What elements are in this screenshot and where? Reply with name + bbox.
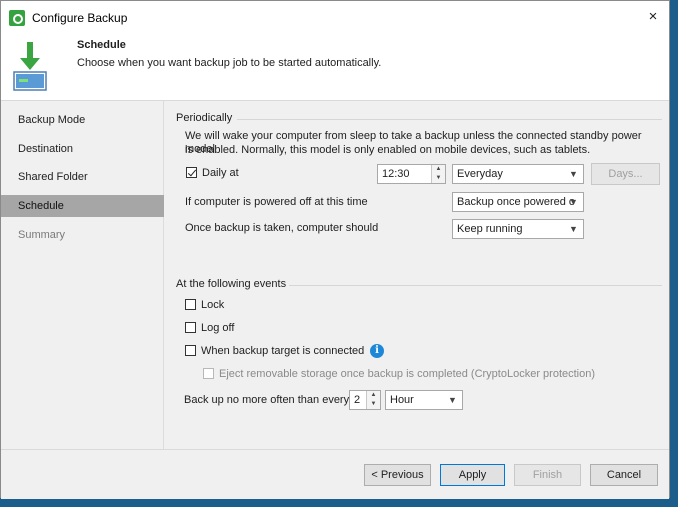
logoff-checkbox[interactable] (185, 322, 196, 333)
daily-label: Daily at (202, 167, 239, 179)
lock-label: Lock (201, 299, 225, 311)
step-title: Schedule (77, 39, 126, 51)
powered-off-value: Backup once powered o (457, 196, 576, 208)
previous-button[interactable]: < Previous (364, 464, 431, 486)
nav-item-destination[interactable]: Destination (1, 138, 164, 160)
eject-checkbox (203, 368, 214, 379)
spin-up-icon[interactable]: ▲ (367, 391, 380, 400)
spin-down-icon[interactable]: ▼ (432, 174, 445, 183)
spin-down-icon[interactable]: ▼ (367, 400, 380, 409)
daily-checkbox[interactable] (186, 167, 197, 178)
powered-off-select[interactable]: Backup once powered o ▼ (452, 192, 584, 212)
periodically-divider (237, 119, 662, 120)
schedule-download-icon (13, 42, 47, 91)
window-title: Configure Backup (32, 11, 128, 25)
wizard-header: Schedule Choose when you want backup job… (1, 32, 669, 101)
limit-spinner[interactable]: 2 ▲ ▼ (349, 390, 381, 410)
info-icon[interactable]: i (370, 344, 384, 358)
wizard-navigation: Backup Mode Destination Shared Folder Sc… (1, 101, 164, 449)
limit-unit-value: Hour (390, 394, 414, 406)
days-button: Days... (591, 163, 660, 185)
step-description: Choose when you want backup job to be st… (77, 57, 382, 69)
time-value: 12:30 (382, 168, 410, 180)
logoff-label: Log off (201, 322, 235, 334)
nav-item-schedule[interactable]: Schedule (1, 195, 164, 217)
lock-checkbox[interactable] (185, 299, 196, 310)
chevron-down-icon: ▼ (569, 197, 578, 207)
apply-button[interactable]: Apply (440, 464, 505, 486)
after-backup-value: Keep running (457, 223, 523, 235)
spin-up-icon[interactable]: ▲ (432, 165, 445, 174)
limit-value: 2 (354, 394, 361, 406)
veeam-app-icon (9, 10, 25, 26)
frequency-select[interactable]: Everyday ▼ (452, 164, 584, 184)
nav-item-backup-mode[interactable]: Backup Mode (1, 109, 164, 131)
events-group-label: At the following events (176, 278, 287, 290)
limit-label: Back up no more often than every (184, 394, 350, 406)
events-divider (289, 285, 662, 286)
powered-off-label: If computer is powered off at this time (185, 196, 368, 208)
finish-button: Finish (514, 464, 581, 486)
close-button[interactable]: × (637, 1, 669, 32)
target-connected-label: When backup target is connected (201, 345, 365, 357)
time-spinner[interactable]: 12:30 ▲ ▼ (377, 164, 446, 184)
nav-item-summary: Summary (18, 229, 66, 241)
configure-backup-window: Configure Backup × Schedule Choose when … (0, 0, 670, 499)
time-spin-buttons[interactable]: ▲ ▼ (431, 165, 445, 183)
target-connected-checkbox[interactable] (185, 345, 196, 356)
after-backup-select[interactable]: Keep running ▼ (452, 219, 584, 239)
wake-description-line2: is enabled. Normally, this model is only… (185, 144, 591, 156)
eject-label: Eject removable storage once backup is c… (219, 368, 596, 380)
periodically-group-label: Periodically (176, 112, 233, 124)
frequency-value: Everyday (457, 168, 503, 180)
after-backup-label: Once backup is taken, computer should (185, 222, 379, 234)
chevron-down-icon: ▼ (569, 169, 578, 179)
wizard-footer: < Previous Apply Finish Cancel (1, 449, 669, 499)
schedule-content: Periodically We will wake your computer … (165, 101, 670, 449)
cancel-button[interactable]: Cancel (590, 464, 658, 486)
nav-item-shared-folder[interactable]: Shared Folder (1, 166, 164, 188)
limit-spin-buttons[interactable]: ▲ ▼ (366, 391, 380, 409)
title-bar[interactable]: Configure Backup × (1, 1, 669, 32)
chevron-down-icon: ▼ (448, 395, 457, 405)
limit-unit-select[interactable]: Hour ▼ (385, 390, 463, 410)
chevron-down-icon: ▼ (569, 224, 578, 234)
